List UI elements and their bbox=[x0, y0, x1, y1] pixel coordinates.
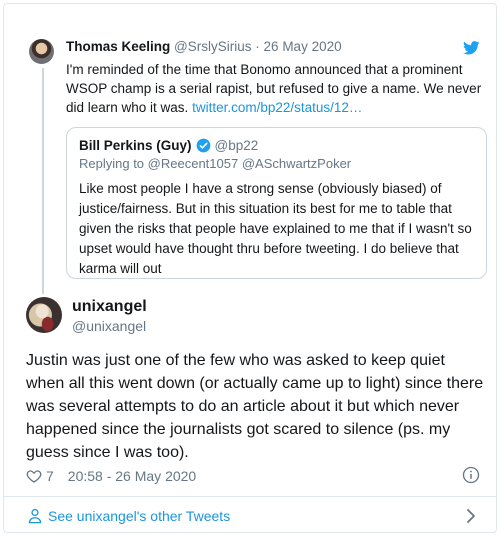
parent-tweet-date[interactable]: 26 May 2020 bbox=[264, 39, 342, 54]
replying-to-prefix: Replying to bbox=[79, 156, 145, 171]
person-icon bbox=[28, 508, 42, 524]
quoted-tweet[interactable]: Bill Perkins (Guy) @bp22 Replying to @Re… bbox=[66, 127, 487, 279]
quoted-author-handle[interactable]: @bp22 bbox=[215, 138, 259, 153]
tweet-meta: 7 20:58 - 26 May 2020 bbox=[26, 468, 196, 484]
mention-link[interactable]: @Reecent1057 bbox=[148, 156, 239, 171]
quoted-author-name[interactable]: Bill Perkins (Guy) bbox=[79, 138, 192, 153]
main-author-handle[interactable]: @unixangel bbox=[72, 318, 146, 334]
parent-author-name[interactable]: Thomas Keeling bbox=[66, 39, 170, 54]
parent-author-avatar[interactable] bbox=[29, 39, 54, 64]
embedded-tweet-card: Thomas Keeling @SrslySirius · 26 May 202… bbox=[3, 3, 497, 533]
parent-tweet-text: I'm reminded of the time that Bonomo ann… bbox=[66, 60, 486, 117]
see-other-tweets-label[interactable]: See unixangel's other Tweets bbox=[48, 508, 230, 524]
replying-to: Replying to @Reecent1057 @ASchwartzPoker bbox=[79, 156, 474, 171]
parent-tweet-link[interactable]: twitter.com/bp22/status/12… bbox=[192, 100, 362, 115]
quoted-tweet-text: Like most people I have a strong sense (… bbox=[79, 181, 472, 276]
twitter-bird-icon[interactable] bbox=[463, 41, 480, 55]
main-author-avatar[interactable] bbox=[26, 297, 62, 333]
heart-icon[interactable] bbox=[26, 468, 42, 484]
main-author-name[interactable]: unixangel bbox=[72, 298, 147, 316]
see-other-tweets-link[interactable]: See unixangel's other Tweets bbox=[4, 497, 496, 532]
info-icon[interactable] bbox=[462, 466, 480, 484]
parent-author-handle[interactable]: @SrslySirius bbox=[174, 39, 251, 54]
chevron-right-icon[interactable] bbox=[466, 508, 476, 524]
quoted-tweet-header: Bill Perkins (Guy) @bp22 bbox=[79, 138, 474, 153]
verified-badge-icon bbox=[196, 138, 210, 153]
mention-link[interactable]: @ASchwartzPoker bbox=[242, 156, 351, 171]
thread-line bbox=[42, 68, 44, 294]
tweet-timestamp[interactable]: 20:58 - 26 May 2020 bbox=[68, 468, 196, 484]
main-tweet-text: Justin was just one of the few who was a… bbox=[26, 352, 484, 461]
like-count[interactable]: 7 bbox=[46, 468, 54, 484]
parent-tweet[interactable]: Thomas Keeling @SrslySirius · 26 May 202… bbox=[4, 4, 496, 294]
header-separator: · bbox=[255, 39, 260, 54]
parent-tweet-header: Thomas Keeling @SrslySirius · 26 May 202… bbox=[66, 39, 342, 54]
